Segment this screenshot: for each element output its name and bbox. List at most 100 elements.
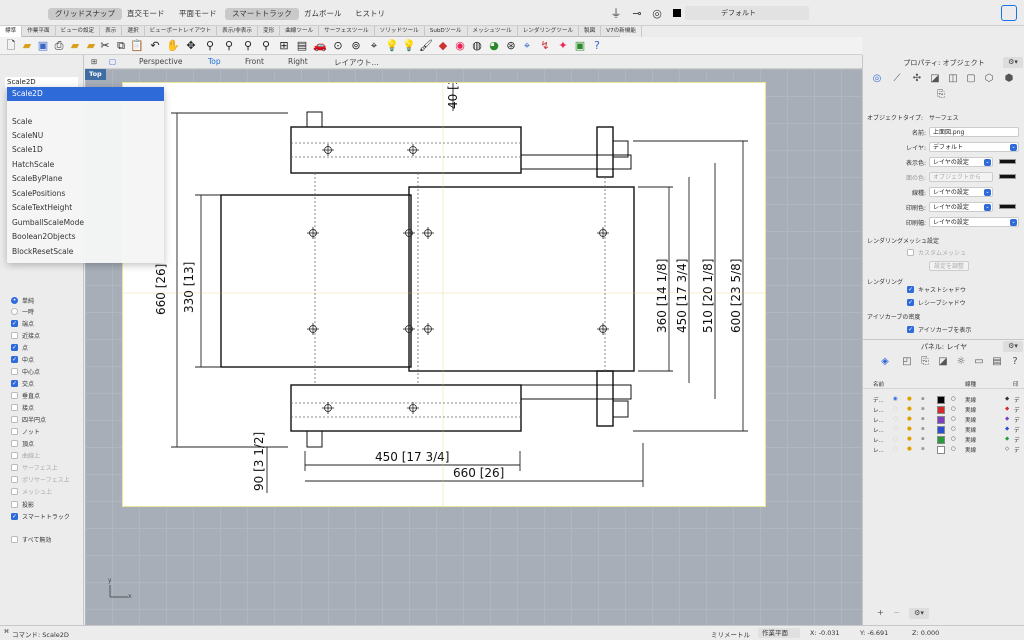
render-icon[interactable]: ◉ [453, 39, 467, 53]
autocomplete-item-selected[interactable]: Scale2D [7, 87, 164, 101]
command-history[interactable]: コマンド: Scale2D [12, 629, 69, 639]
print-color-diamond[interactable]: ◇ [1005, 446, 1009, 452]
layer-row[interactable]: レ... ○ ● ▪ ○ 実線 ◆ デ [863, 435, 1024, 445]
layer-color-swatch[interactable] [937, 426, 945, 434]
lock-icon[interactable]: ▪ [921, 426, 925, 432]
current-layer-icon[interactable]: ○ [893, 416, 898, 422]
layers-tab-icon[interactable]: ◈ [879, 355, 891, 367]
lightbulb-icon[interactable]: ● [907, 406, 912, 412]
layer-row[interactable]: レ... ○ ● ▪ ○ 実線 ◇ デ [863, 445, 1024, 455]
lightbulb-icon[interactable]: ● [907, 446, 912, 452]
osnap-mode-normal[interactable]: • 単純 [11, 295, 34, 306]
tab-select[interactable]: 選択 [122, 26, 145, 37]
pan-icon[interactable]: ✋ [166, 39, 180, 53]
osnap-smarttrack[interactable]: ✓ スマートトラック [11, 511, 70, 522]
material-icon[interactable]: ○ [951, 396, 956, 402]
selection-filter-icon[interactable]: ⌖ [367, 39, 381, 53]
layer-row[interactable]: レ... ○ ● ▪ ○ 実線 ◆ デ [863, 405, 1024, 415]
tab-drafting[interactable]: 製図 [579, 26, 602, 37]
lights-tab-icon[interactable]: ☼ [955, 355, 967, 367]
library-tab-icon[interactable]: ⎘ [919, 355, 931, 367]
gear-icon[interactable]: ⚙▾ [1003, 341, 1023, 352]
gumball-tool-icon[interactable]: ↯ [538, 39, 552, 53]
four-views-icon[interactable]: ⊞ [277, 39, 291, 53]
lightbulb-icon[interactable]: 💡 [402, 39, 416, 53]
cplane-select[interactable]: 作業平面 [758, 628, 800, 638]
autocomplete-item[interactable]: Boolean2Objects [12, 232, 75, 241]
history-toggle[interactable]: ヒストリ [348, 8, 392, 20]
osnap-point[interactable]: ✓ 点 [11, 342, 28, 353]
single-view-icon[interactable]: ▢ [109, 57, 116, 66]
autocomplete-item[interactable]: ScaleNU [12, 131, 43, 140]
layer-row[interactable]: レ... ○ ● ▪ ○ 実線 ◆ デ [863, 425, 1024, 435]
print-width-select[interactable]: レイヤの設定 ⌄ [929, 217, 1019, 227]
layer-color-swatch[interactable] [937, 436, 945, 444]
lock-icon[interactable]: ▪ [921, 446, 925, 452]
gear-icon[interactable]: ⚙▾ [1003, 57, 1023, 68]
lock-icon[interactable]: ▪ [921, 436, 925, 442]
current-layer-icon[interactable]: ○ [893, 446, 898, 452]
current-layer-icon[interactable]: ○ [893, 426, 898, 432]
document-props-icon[interactable]: ⎘ [935, 88, 947, 100]
select-icon[interactable]: ⊚ [349, 39, 363, 53]
paste-icon[interactable]: 📋 [130, 39, 144, 53]
render-settings-icon[interactable]: ◍ [470, 39, 484, 53]
cursor-icon[interactable]: ⌖ [520, 39, 534, 53]
environment-icon[interactable]: ◕ [487, 39, 501, 53]
smarttrack-toggle[interactable]: スマートトラック [225, 8, 299, 20]
osnap-icon[interactable]: ◎ [650, 6, 664, 20]
mesh-props-icon[interactable]: ▢ [965, 72, 977, 84]
osnap-knot[interactable]: ノット [11, 426, 40, 437]
osnap-near[interactable]: 近接点 [11, 330, 40, 341]
material-icon[interactable]: ○ [951, 436, 956, 442]
lock-icon[interactable]: ▪ [921, 416, 925, 422]
copy-icon[interactable]: ⧉ [114, 39, 128, 53]
autocomplete-item[interactable]: BlockResetScale [12, 247, 73, 256]
print-color-diamond[interactable]: ◆ [1005, 426, 1009, 432]
autocomplete-item[interactable]: Scale1D [12, 145, 43, 154]
layer-color-swatch[interactable] [937, 406, 945, 414]
print-color-diamond[interactable]: ◆ [1005, 396, 1009, 402]
show-isocurves-checkbox[interactable]: ✓ アイソカーブを表示 [907, 325, 971, 334]
display-color-swatch[interactable] [999, 159, 1016, 164]
osnap-perp[interactable]: 垂直点 [11, 390, 40, 401]
paint-icon[interactable]: 🖌 [419, 39, 433, 53]
material-icon[interactable]: ○ [951, 416, 956, 422]
tab-solid-tools[interactable]: ソリッドツール [375, 26, 425, 37]
current-layer-icon[interactable]: ○ [893, 406, 898, 412]
current-layer-selector[interactable]: デフォルト [685, 6, 809, 20]
face-color-swatch[interactable] [999, 174, 1016, 179]
new-icon[interactable]: 🗋 [4, 39, 18, 53]
tab-display[interactable]: 表示 [100, 26, 123, 37]
tab-standard[interactable]: 標準 [0, 26, 23, 37]
displacement-props-icon[interactable]: ⬡ [983, 72, 995, 84]
grid-snap-toggle[interactable]: グリッドスナップ [48, 8, 122, 20]
layer-color-swatch[interactable] [937, 396, 945, 404]
autocomplete-item[interactable]: ScaleTextHeight [12, 203, 72, 212]
autocomplete-item[interactable]: Scale [12, 117, 32, 126]
material-icon[interactable]: ○ [951, 446, 956, 452]
tab-right[interactable]: Right [288, 57, 308, 66]
help-tab-icon[interactable]: ? [1009, 355, 1021, 367]
object-props-icon[interactable]: ◎ [871, 72, 883, 84]
print-icon[interactable]: ⎙ [52, 39, 66, 53]
lock-icon[interactable]: ▪ [921, 396, 925, 402]
tab-mesh-tools[interactable]: メッシュツール [468, 26, 518, 37]
osnap-on-mesh[interactable]: メッシュ上 [11, 486, 52, 497]
tab-layout[interactable]: レイアウト... [334, 57, 379, 68]
osnap-end[interactable]: ✓ 端点 [11, 318, 34, 329]
face-color-select[interactable]: オブジェクトから [929, 172, 993, 182]
layer-row[interactable]: デ... ◉ ● ▪ ○ 実線 ◆ デ [863, 395, 1024, 405]
zoom-icon[interactable]: ⚲ [203, 39, 217, 53]
undo-icon[interactable]: ↶ [148, 39, 162, 53]
tab-set-view[interactable]: ビューの設定 [56, 26, 101, 37]
current-layer-icon[interactable]: ○ [893, 436, 898, 442]
save-icon[interactable]: ▣ [36, 39, 50, 53]
help-icon[interactable]: ? [590, 39, 604, 53]
osnap-disable-all[interactable]: すべて無効 [11, 534, 51, 545]
print-color-diamond[interactable]: ◆ [1005, 436, 1009, 442]
tab-render-tools[interactable]: レンダリングツール [518, 26, 580, 37]
window-layout-icon[interactable] [1001, 5, 1017, 21]
texture-props-icon[interactable]: ◫ [947, 72, 959, 84]
gear-icon[interactable]: ⚙▾ [909, 608, 929, 619]
